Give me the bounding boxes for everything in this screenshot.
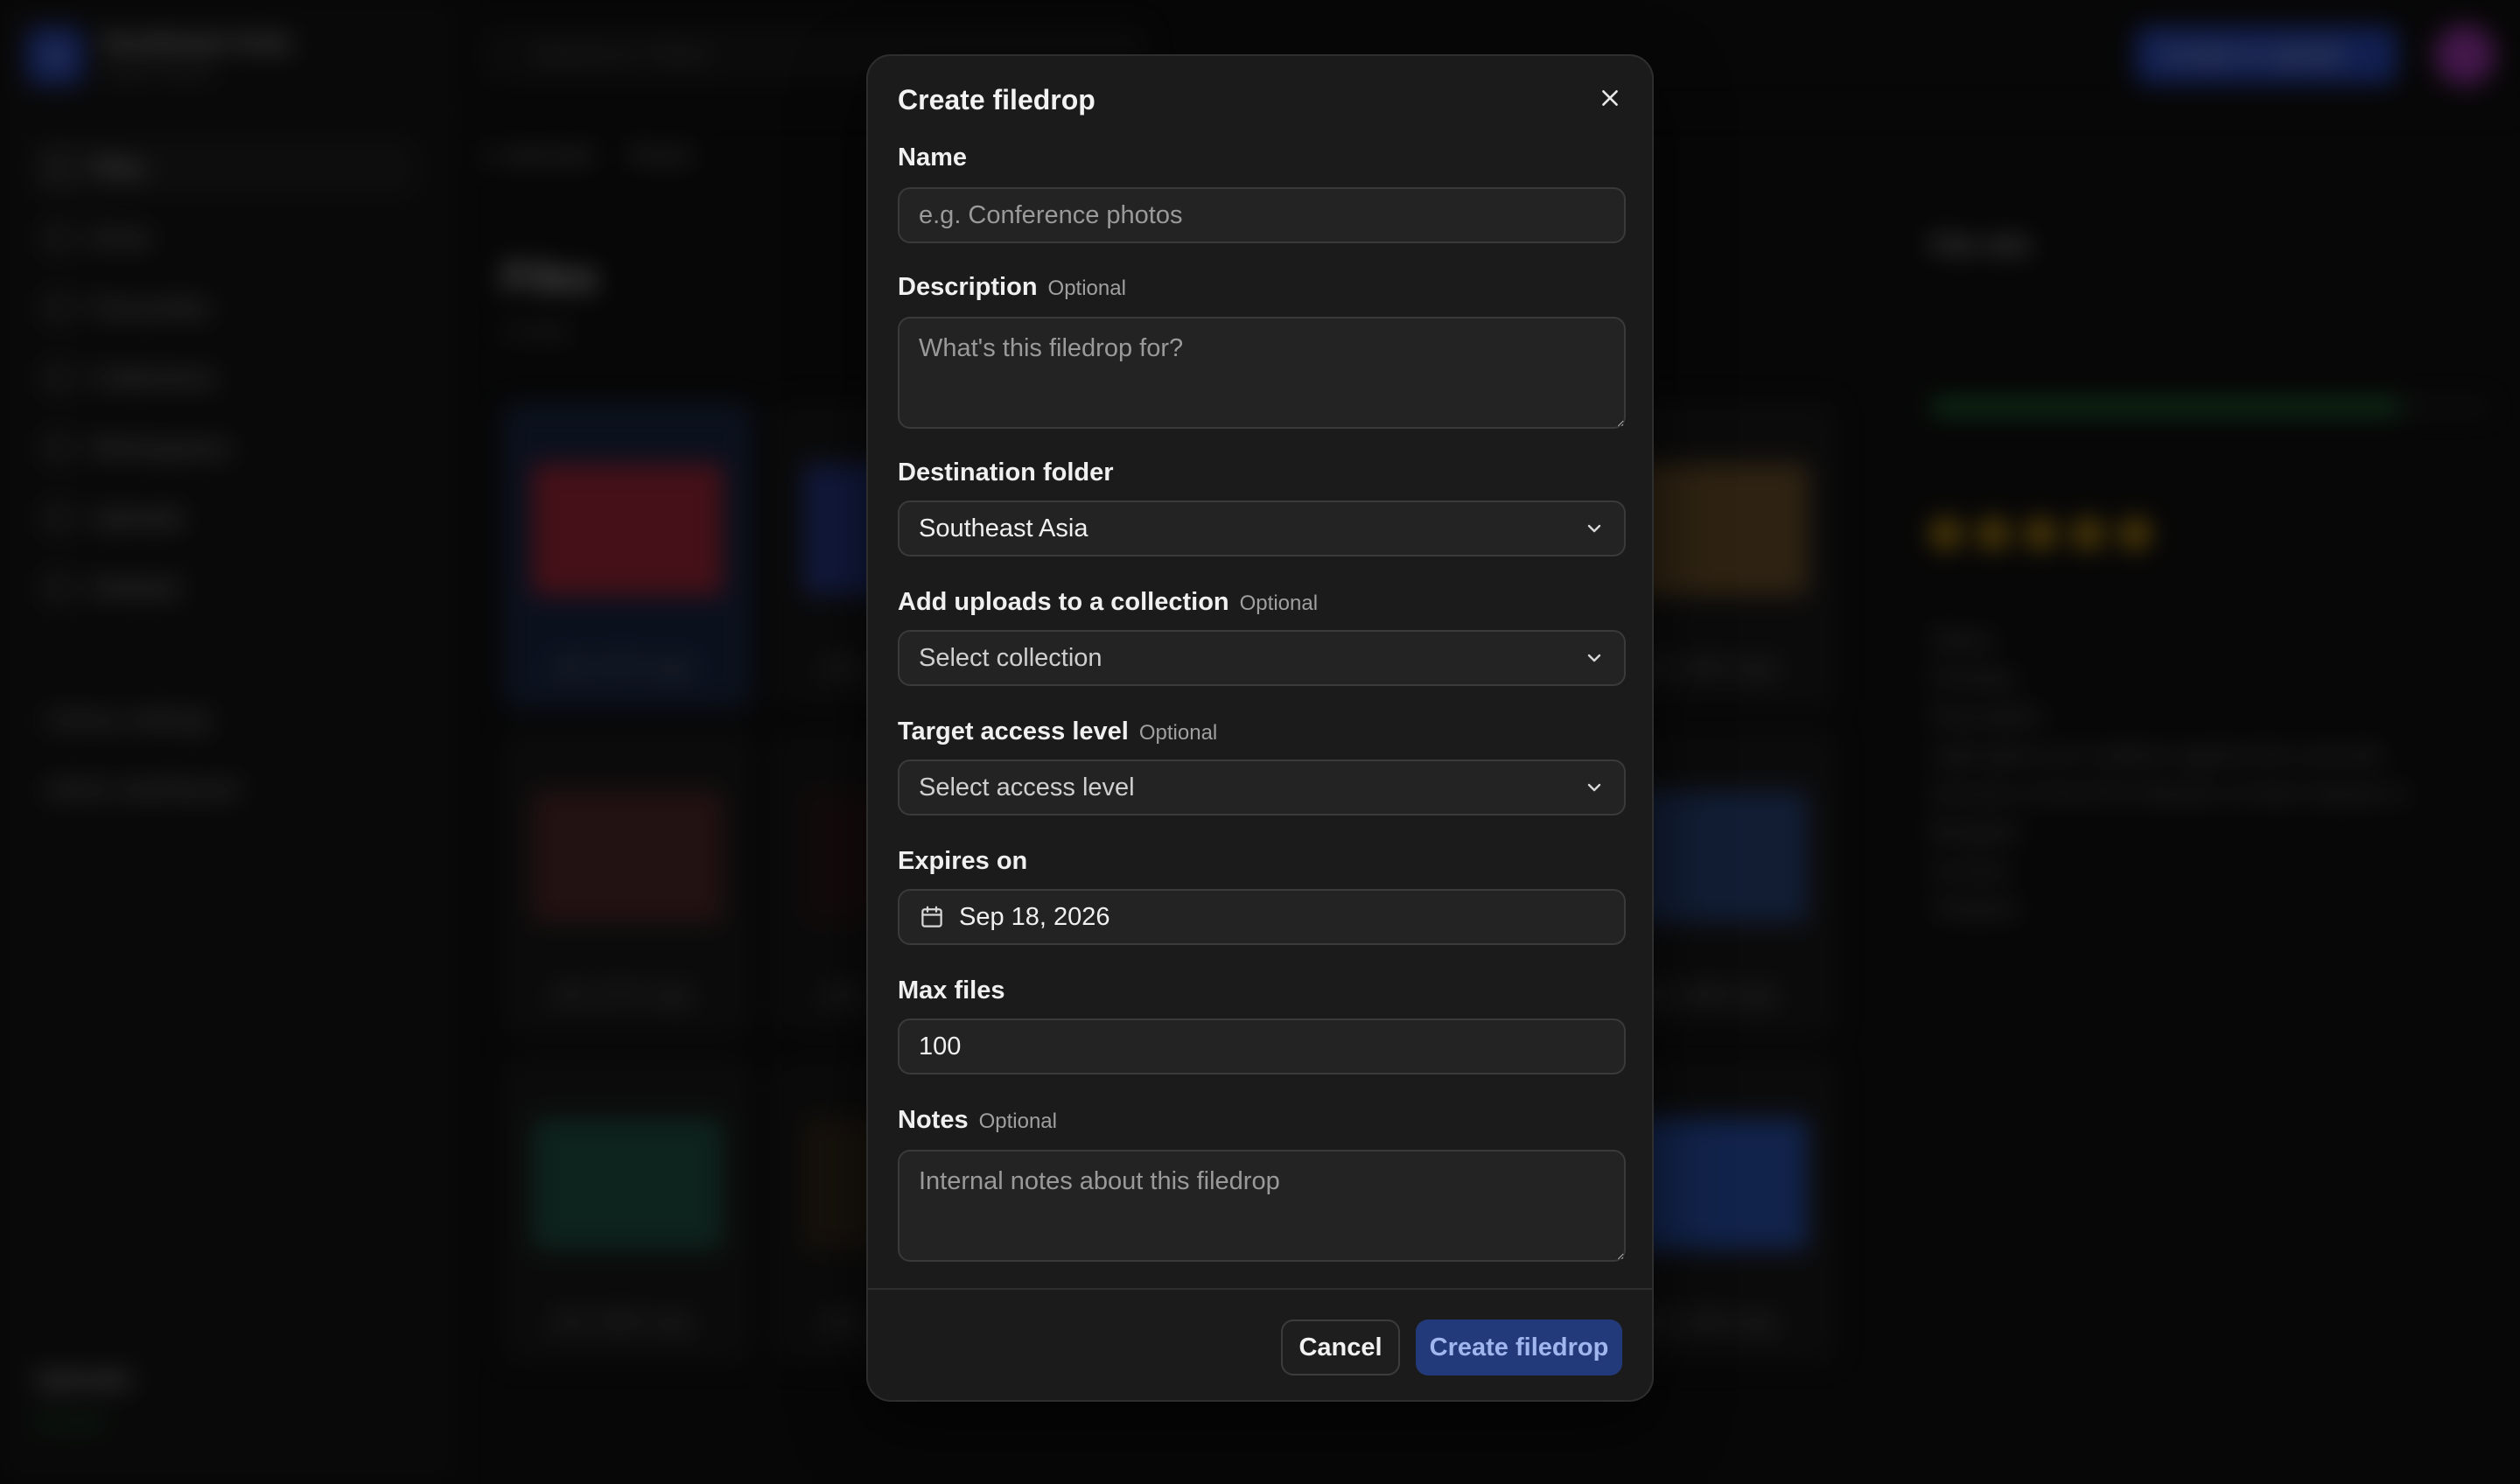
- access-label-text: Target access level: [898, 718, 1129, 746]
- collection-select[interactable]: Select collection: [898, 630, 1626, 686]
- name-label: Name: [898, 144, 967, 172]
- expires-on-label: Expires on: [898, 847, 1027, 876]
- description-label-text: Description: [898, 273, 1038, 301]
- destination-folder-value: Southeast Asia: [919, 514, 1088, 542]
- optional-tag: Optional: [978, 1110, 1057, 1133]
- notes-label-text: Notes: [898, 1106, 969, 1134]
- description-label: Description Optional: [898, 273, 1126, 302]
- access-level-select[interactable]: Select access level: [898, 760, 1626, 816]
- access-level-label: Target access level Optional: [898, 718, 1217, 746]
- notes-label: Notes Optional: [898, 1106, 1057, 1135]
- description-textarea[interactable]: [898, 317, 1626, 429]
- dialog-footer: Cancel Create filedrop: [868, 1288, 1652, 1402]
- destination-label-text: Destination folder: [898, 458, 1114, 486]
- optional-tag: Optional: [1138, 721, 1218, 745]
- max-files-label-text: Max files: [898, 976, 1005, 1004]
- name-input[interactable]: [898, 187, 1626, 243]
- notes-textarea[interactable]: [898, 1150, 1626, 1262]
- create-filedrop-dialog: Create filedrop Name Description Optiona…: [866, 54, 1654, 1402]
- cancel-button[interactable]: Cancel: [1281, 1320, 1400, 1376]
- collection-label: Add uploads to a collection Optional: [898, 588, 1318, 617]
- collection-label-text: Add uploads to a collection: [898, 588, 1229, 616]
- close-icon: [1602, 90, 1618, 106]
- destination-folder-label: Destination folder: [898, 458, 1114, 487]
- calendar-icon: [921, 906, 942, 928]
- chevron-down-icon: [1587, 783, 1601, 792]
- dialog-title: Create filedrop: [898, 84, 1096, 116]
- max-files-input[interactable]: [898, 1018, 1626, 1074]
- destination-folder-select[interactable]: Southeast Asia: [898, 500, 1626, 556]
- expires-on-date-picker[interactable]: Sep 18, 2026: [898, 889, 1626, 945]
- optional-tag: Optional: [1047, 276, 1126, 300]
- chevron-down-icon: [1587, 524, 1601, 533]
- close-button[interactable]: [1591, 79, 1629, 117]
- access-level-placeholder: Select access level: [919, 773, 1135, 802]
- collection-placeholder: Select collection: [919, 643, 1102, 672]
- name-label-text: Name: [898, 144, 967, 172]
- chevron-down-icon: [1587, 654, 1601, 662]
- create-filedrop-button[interactable]: Create filedrop: [1416, 1320, 1622, 1376]
- expires-on-value: Sep 18, 2026: [959, 902, 1110, 931]
- max-files-label: Max files: [898, 976, 1005, 1005]
- optional-tag: Optional: [1239, 592, 1319, 615]
- expires-label-text: Expires on: [898, 847, 1028, 875]
